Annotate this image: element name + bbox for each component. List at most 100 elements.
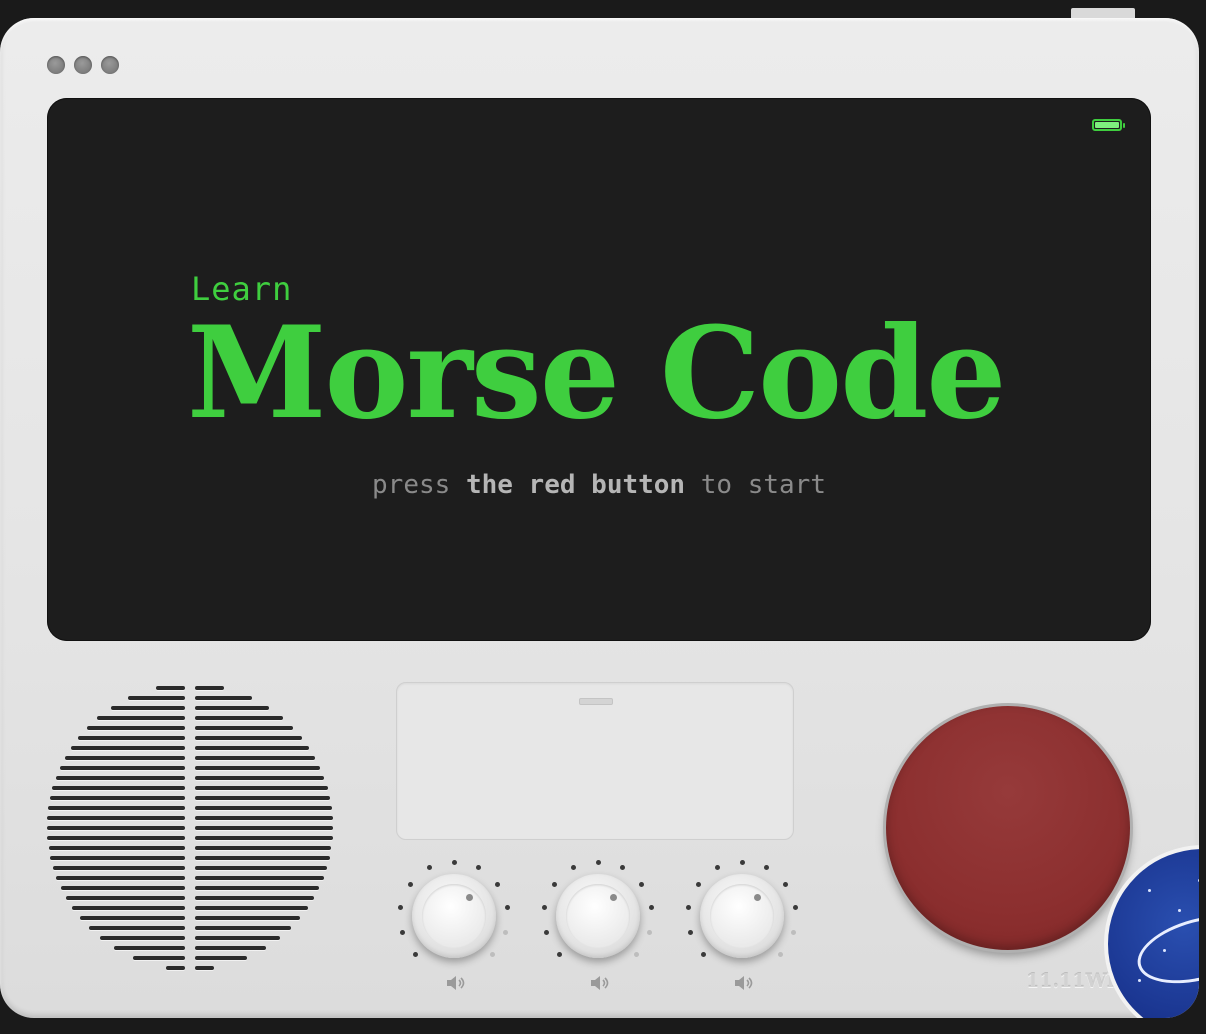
speaker-slot [79, 916, 185, 920]
speaker-slot [195, 686, 224, 690]
knob-dial[interactable] [556, 874, 640, 958]
knob-tick [783, 881, 789, 887]
knob-dial[interactable] [412, 874, 496, 958]
speaker-slot [88, 926, 185, 930]
knob-indicator [754, 894, 761, 901]
knob-indicator [466, 894, 473, 901]
speaker-slot [113, 946, 185, 950]
speaker-slot [195, 696, 252, 700]
speaker-slot [47, 826, 185, 830]
knob-dial[interactable] [700, 874, 784, 958]
speaker-slot [99, 936, 185, 940]
knob-tick [398, 905, 404, 911]
speaker-slot [195, 736, 302, 740]
start-instruction: press the red button to start [47, 470, 1151, 500]
device-body: Learn Morse Code press the red button to… [0, 18, 1199, 1018]
panel-handle[interactable] [579, 698, 613, 705]
speaker-slot [48, 806, 185, 810]
knob-tick [739, 859, 745, 865]
sticker-star [1198, 879, 1199, 882]
knob-2[interactable] [540, 858, 656, 974]
knob-tick [701, 951, 707, 957]
knob-tick [633, 951, 639, 957]
knob-tick [595, 859, 601, 865]
speaker-slot [195, 816, 333, 820]
speaker-slot [195, 876, 324, 880]
knob-tick [426, 865, 432, 871]
knob-tick [495, 881, 501, 887]
speaker-slot [195, 906, 308, 910]
knob-tick [764, 865, 769, 871]
knob-face [422, 884, 486, 948]
speaker-slot [195, 706, 270, 710]
speaker-slot [195, 886, 320, 890]
maximize-window-button[interactable] [101, 56, 119, 74]
speaker-slot [195, 786, 328, 790]
sticker-star [1138, 979, 1141, 982]
speaker-slot [132, 956, 185, 960]
speaker-slot [110, 706, 185, 710]
capacity-label: 11.11Wh [1026, 970, 1121, 992]
instruction-emphasis: the red button [465, 470, 686, 500]
knob-3[interactable] [684, 858, 800, 974]
knob-tick [544, 930, 550, 936]
knob-face [566, 884, 630, 948]
speaker-slot [195, 746, 310, 750]
speaker-slot [47, 816, 185, 820]
speaker-slot [195, 956, 248, 960]
minimize-window-button[interactable] [74, 56, 92, 74]
speaker-slot [47, 836, 185, 840]
knob-tick [639, 881, 645, 887]
speaker-slot [166, 966, 185, 970]
speaker-slot [56, 876, 185, 880]
instruction-part2: to start [685, 470, 826, 500]
close-window-button[interactable] [47, 56, 65, 74]
speaker-slot [195, 776, 325, 780]
knob-1[interactable] [396, 858, 512, 974]
volume-icon [735, 976, 753, 990]
knob-tick [413, 951, 419, 957]
knob-tick [504, 905, 510, 911]
speaker-slot [195, 766, 321, 770]
speaker-slot [195, 856, 330, 860]
knob-tick [551, 881, 557, 887]
speaker-slot [49, 796, 185, 800]
speaker-slot [195, 936, 281, 940]
speaker-slot [52, 786, 185, 790]
knob-tick [648, 905, 654, 911]
sticker-star [1163, 949, 1166, 952]
knob-tick [400, 930, 406, 936]
speaker-slot [53, 866, 185, 870]
knob-tick [714, 865, 720, 871]
speaker-slot [195, 966, 214, 970]
speaker-slot [50, 856, 185, 860]
sticker-star [1178, 909, 1181, 912]
speaker-slot [195, 846, 332, 850]
knob-tick [451, 859, 457, 865]
speaker-slot [195, 926, 292, 930]
speaker-slot [156, 686, 185, 690]
battery-icon [1092, 119, 1125, 131]
knob-tick [542, 905, 548, 911]
knob-tick [686, 905, 692, 911]
speaker-slot [195, 806, 332, 810]
knob-tick [792, 905, 798, 911]
speaker-slot [195, 916, 301, 920]
knob-tick [695, 881, 701, 887]
speaker-grille [47, 682, 333, 970]
speaker-slot [195, 836, 333, 840]
speaker-slot [128, 696, 185, 700]
speaker-slot [64, 756, 185, 760]
knob-tick [570, 865, 576, 871]
speaker-slot [195, 756, 316, 760]
knob-tick [620, 865, 625, 871]
knob-tick [646, 930, 652, 936]
knob-tick [790, 930, 796, 936]
speaker-slot [195, 796, 331, 800]
speaker-slot [86, 726, 185, 730]
knob-tick [489, 951, 495, 957]
speaker-slot [195, 946, 267, 950]
red-start-button[interactable] [886, 706, 1130, 950]
speaker-slot [72, 906, 185, 910]
knob-tick [502, 930, 508, 936]
